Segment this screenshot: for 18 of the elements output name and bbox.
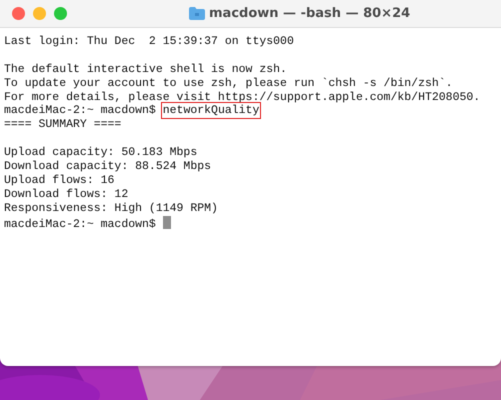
- output-line: ==== SUMMARY ====: [4, 118, 122, 132]
- window-title: macdown — -bash — 80×24: [209, 4, 410, 23]
- output-line: Download flows: 12: [4, 188, 128, 201]
- output-line: Last login: Thu Dec 2 15:39:37 on ttys000: [4, 35, 294, 48]
- output-line: Responsiveness: High (1149 RPM): [4, 202, 218, 215]
- output-line: The default interactive shell is now zsh.: [4, 62, 287, 76]
- shell-prompt: macdeiMac-2:~ macdown$: [4, 104, 156, 118]
- zoom-button[interactable]: [54, 7, 67, 20]
- output-line: Download capacity: 88.524 Mbps: [4, 160, 212, 174]
- output-line: For more details, please visit https://support.apple.com/kb/HT208050.: [4, 90, 480, 104]
- shell-prompt: macdeiMac-2:~ macdown$: [4, 218, 156, 231]
- command-text: networkQuality: [162, 104, 260, 118]
- output-line: To update your account to use zsh, please run `chsh -s /bin/zsh`.: [4, 76, 453, 90]
- folder-icon: [189, 7, 205, 20]
- output-line: Upload capacity: 50.183 Mbps: [4, 146, 198, 160]
- output-line: Upload flows: 16: [4, 174, 114, 187]
- close-button[interactable]: [12, 7, 25, 20]
- minimize-button[interactable]: [33, 7, 46, 20]
